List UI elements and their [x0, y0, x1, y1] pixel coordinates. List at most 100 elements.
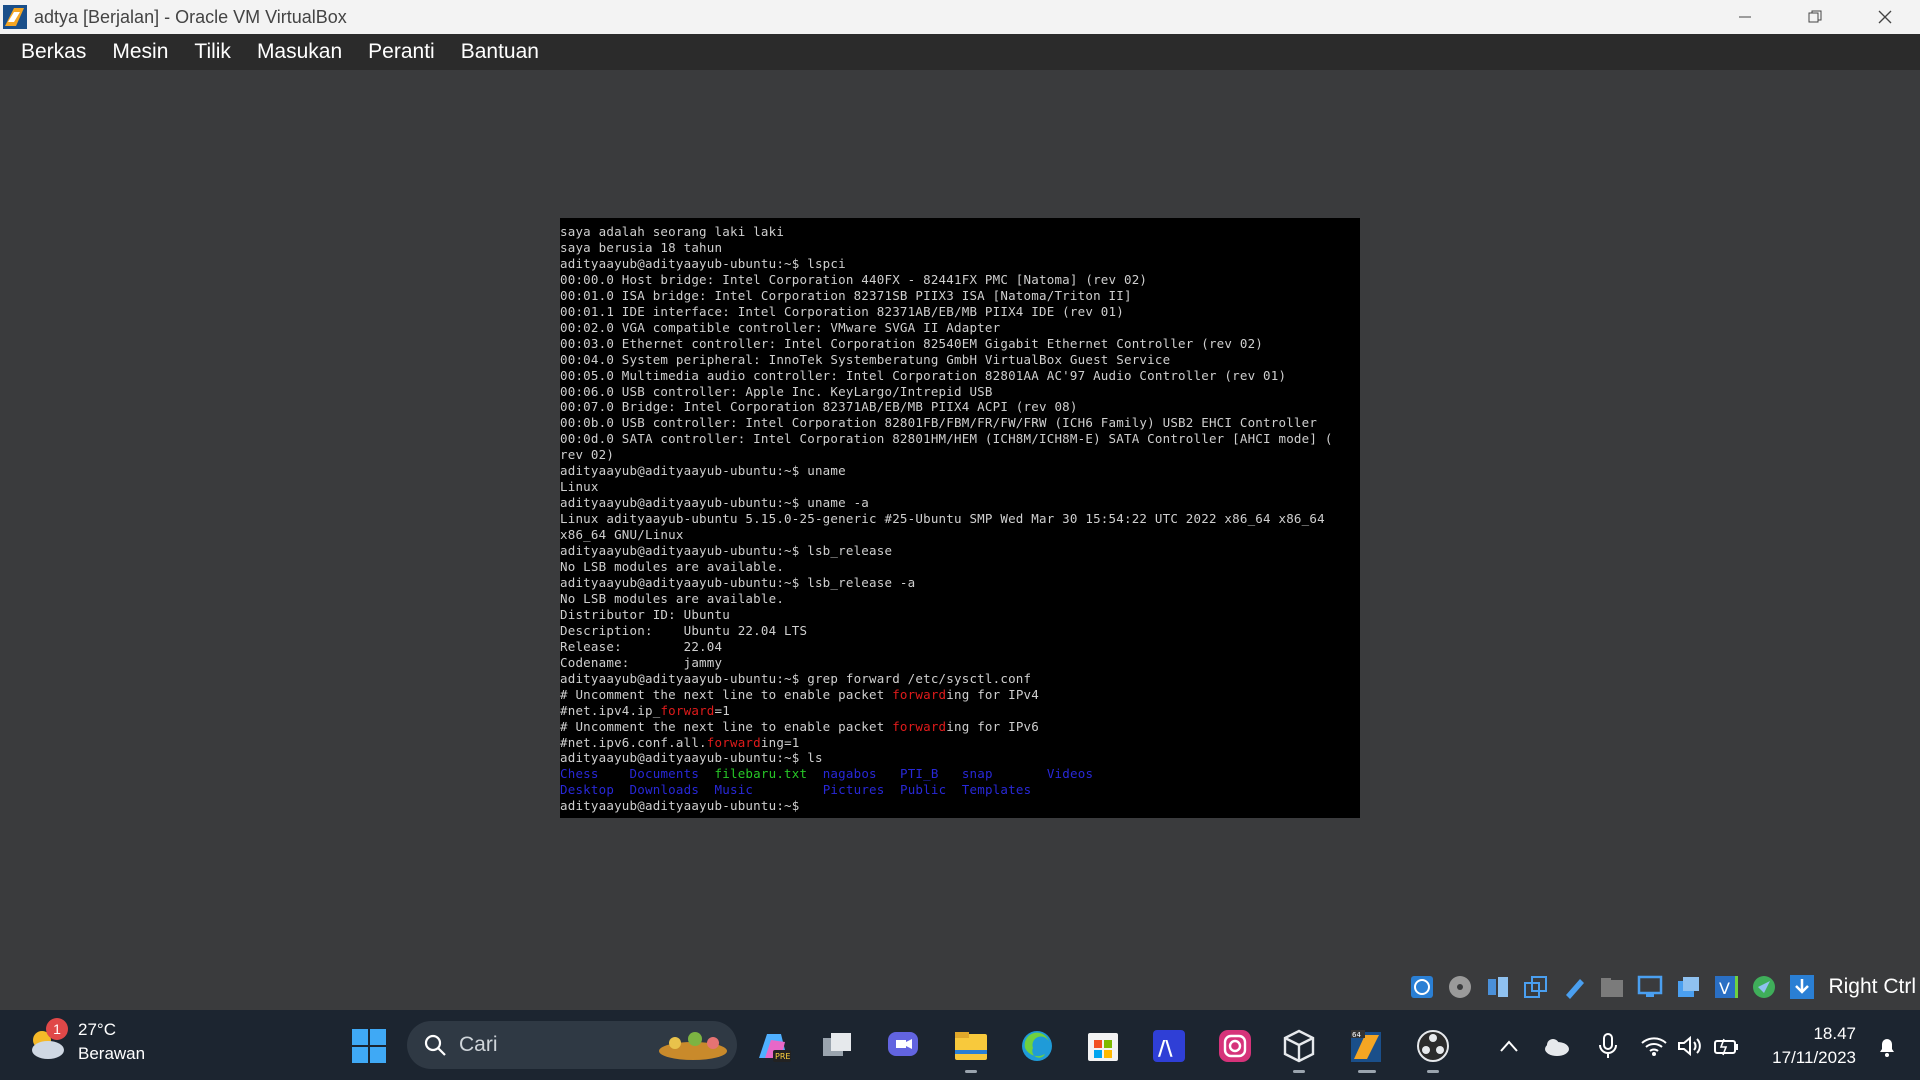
microphone-icon[interactable]	[1596, 1028, 1620, 1064]
show-hidden-icons-button[interactable]	[1496, 1028, 1522, 1064]
terminal-line: adityaayub@adityaayub-ubuntu:~$ lsb_rele…	[560, 574, 916, 590]
svg-text:V: V	[1719, 979, 1730, 998]
chat-icon[interactable]	[884, 1027, 922, 1065]
terminal-line: rev 02)	[560, 447, 615, 463]
vm-console[interactable]: saya adalah seorang laki laki saya berusi…	[560, 218, 1360, 818]
network-icon[interactable]	[1520, 971, 1552, 1003]
svg-text:64: 64	[1352, 1031, 1361, 1039]
terminal-line: 00:05.0 Multimedia audio controller: Int…	[560, 367, 1287, 383]
grep-output: # Uncomment the next line to enable pack…	[560, 687, 1360, 751]
guest-additions-icon[interactable]	[1748, 971, 1780, 1003]
windows-logo-icon	[352, 1029, 386, 1063]
ls-command-line: adityaayub@adityaayub-ubuntu:~$ ls	[560, 750, 823, 766]
start-button[interactable]	[350, 1027, 388, 1065]
terminal-line: Release: 22.04	[560, 638, 723, 654]
battery-icon[interactable]	[1712, 1028, 1740, 1064]
wifi-icon[interactable]	[1640, 1028, 1668, 1064]
terminal-line: 00:03.0 Ethernet controller: Intel Corpo…	[560, 335, 1264, 351]
menu-bar: Berkas Mesin Tilik Masukan Peranti Bantu…	[0, 34, 1920, 70]
weather-condition: Berawan	[78, 1044, 146, 1063]
terminal-output: saya adalah seorang laki laki saya berusi…	[560, 224, 1360, 687]
terminal-line: x86_64 GNU/Linux	[560, 527, 684, 543]
vbox-status-bar: V Right Ctrl	[1406, 970, 1916, 1004]
terminal-line: saya adalah seorang laki laki	[560, 224, 785, 239]
terminal-line: adityaayub@adityaayub-ubuntu:~$ uname -a	[560, 495, 870, 511]
instagram-icon[interactable]	[1216, 1027, 1254, 1065]
download-icon[interactable]	[1786, 971, 1818, 1003]
bell-icon	[1880, 1039, 1894, 1057]
search-icon	[424, 1034, 446, 1056]
weather-badge: 1	[46, 1018, 68, 1040]
weather-widget[interactable]: 1 27°C Berawan	[24, 1018, 146, 1064]
copilot-icon[interactable]: PRE	[754, 1027, 792, 1065]
terminal-line: 00:04.0 System peripheral: InnoTek Syste…	[560, 351, 1171, 367]
hard-disk-icon[interactable]	[1406, 971, 1438, 1003]
optical-disk-icon[interactable]	[1444, 971, 1476, 1003]
taskbar-search[interactable]: Cari	[407, 1021, 737, 1069]
notification-bell-button[interactable]	[1874, 1028, 1900, 1064]
running-indicator	[1427, 1070, 1439, 1073]
onedrive-icon[interactable]	[1542, 1028, 1572, 1064]
display-icon[interactable]	[1634, 971, 1666, 1003]
grep-line: # Uncomment the next line to enable pack…	[560, 686, 1040, 702]
ls-output-row: Chess Documents filebaru.txt nagabos PTI…	[560, 766, 1094, 782]
search-placeholder: Cari	[459, 1033, 498, 1056]
task-view-icon[interactable]	[818, 1027, 856, 1065]
taskbar-clock[interactable]: 18.47 17/11/2023	[1772, 1022, 1856, 1070]
virtualization-icon[interactable]: V	[1710, 971, 1742, 1003]
virtualbox-taskbar-icon[interactable]: 64	[1348, 1027, 1386, 1073]
terminal-line: Codename: jammy	[560, 654, 723, 670]
menu-bantuan[interactable]: Bantuan	[448, 40, 552, 64]
usb-icon[interactable]	[1558, 971, 1590, 1003]
volume-icon[interactable]	[1676, 1028, 1704, 1064]
virtualbox-app-icon[interactable]	[2, 4, 28, 30]
file-explorer-icon[interactable]	[952, 1027, 990, 1073]
menu-tilik[interactable]: Tilik	[181, 40, 244, 64]
terminal-line: adityaayub@adityaayub-ubuntu:~$ lsb_rele…	[560, 543, 893, 559]
menu-mesin[interactable]: Mesin	[99, 40, 181, 64]
terminal-line: 00:01.1 IDE interface: Intel Corporation…	[560, 303, 1124, 319]
terminal-line: No LSB modules are available.	[560, 590, 785, 606]
vscode-like-icon[interactable]: /\	[1150, 1027, 1188, 1065]
terminal-line: adityaayub@adityaayub-ubuntu:~$ lspci	[560, 255, 846, 271]
svg-text:PRE: PRE	[775, 1052, 790, 1061]
terminal-line: 00:06.0 USB controller: Apple Inc. KeyLa…	[560, 383, 993, 399]
clock-time: 18.47	[1813, 1024, 1856, 1043]
search-highlight-icon	[659, 1032, 727, 1060]
running-indicator	[965, 1070, 977, 1073]
minimize-button[interactable]	[1710, 0, 1780, 34]
recording-icon[interactable]	[1672, 971, 1704, 1003]
grep-line: # Uncomment the next line to enable pack…	[560, 718, 1040, 734]
terminal-line: Linux	[560, 479, 599, 495]
restore-button[interactable]	[1780, 0, 1850, 34]
running-indicator	[1358, 1070, 1376, 1073]
terminal-line: 00:01.0 ISA bridge: Intel Corporation 82…	[560, 287, 1132, 303]
close-icon	[1878, 10, 1892, 24]
close-button[interactable]	[1850, 0, 1920, 34]
terminal-line: 00:07.0 Bridge: Intel Corporation 82371A…	[560, 399, 1078, 415]
terminal-line: 00:0d.0 SATA controller: Intel Corporati…	[560, 431, 1333, 447]
ls-output-row: Desktop Downloads Music Pictures Public …	[560, 782, 1032, 798]
vm-display-area: saya adalah seorang laki laki saya berusi…	[0, 70, 1920, 1010]
menu-berkas[interactable]: Berkas	[8, 40, 99, 64]
menu-peranti[interactable]: Peranti	[355, 40, 448, 64]
terminal-line: Linux adityaayub-ubuntu 5.15.0-25-generi…	[560, 511, 1325, 527]
terminal-line: No LSB modules are available.	[560, 559, 785, 575]
audio-icon[interactable]	[1482, 971, 1514, 1003]
terminal-line: 00:0b.0 USB controller: Intel Corporatio…	[560, 415, 1318, 431]
menu-masukan[interactable]: Masukan	[244, 40, 355, 64]
microsoft-store-icon[interactable]	[1084, 1027, 1122, 1065]
terminal-line: adityaayub@adityaayub-ubuntu:~$ grep for…	[560, 670, 1032, 686]
host-key-label: Right Ctrl	[1828, 975, 1916, 998]
running-indicator	[1293, 1070, 1305, 1073]
cube-app-icon[interactable]	[1280, 1027, 1318, 1073]
edge-browser-icon[interactable]	[1018, 1027, 1056, 1065]
obs-icon[interactable]	[1414, 1027, 1452, 1073]
shell-prompt: adityaayub@adityaayub-ubuntu:~$	[560, 798, 800, 814]
restore-icon	[1808, 10, 1822, 23]
shared-folders-icon[interactable]	[1596, 971, 1628, 1003]
window-titlebar: adtya [Berjalan] - Oracle VM VirtualBox	[0, 0, 1920, 34]
grep-line: #net.ipv4.ip_forward=1	[560, 702, 730, 718]
weather-cloud-icon: 1	[24, 1018, 68, 1064]
terminal-line: Distributor ID: Ubuntu	[560, 606, 730, 622]
